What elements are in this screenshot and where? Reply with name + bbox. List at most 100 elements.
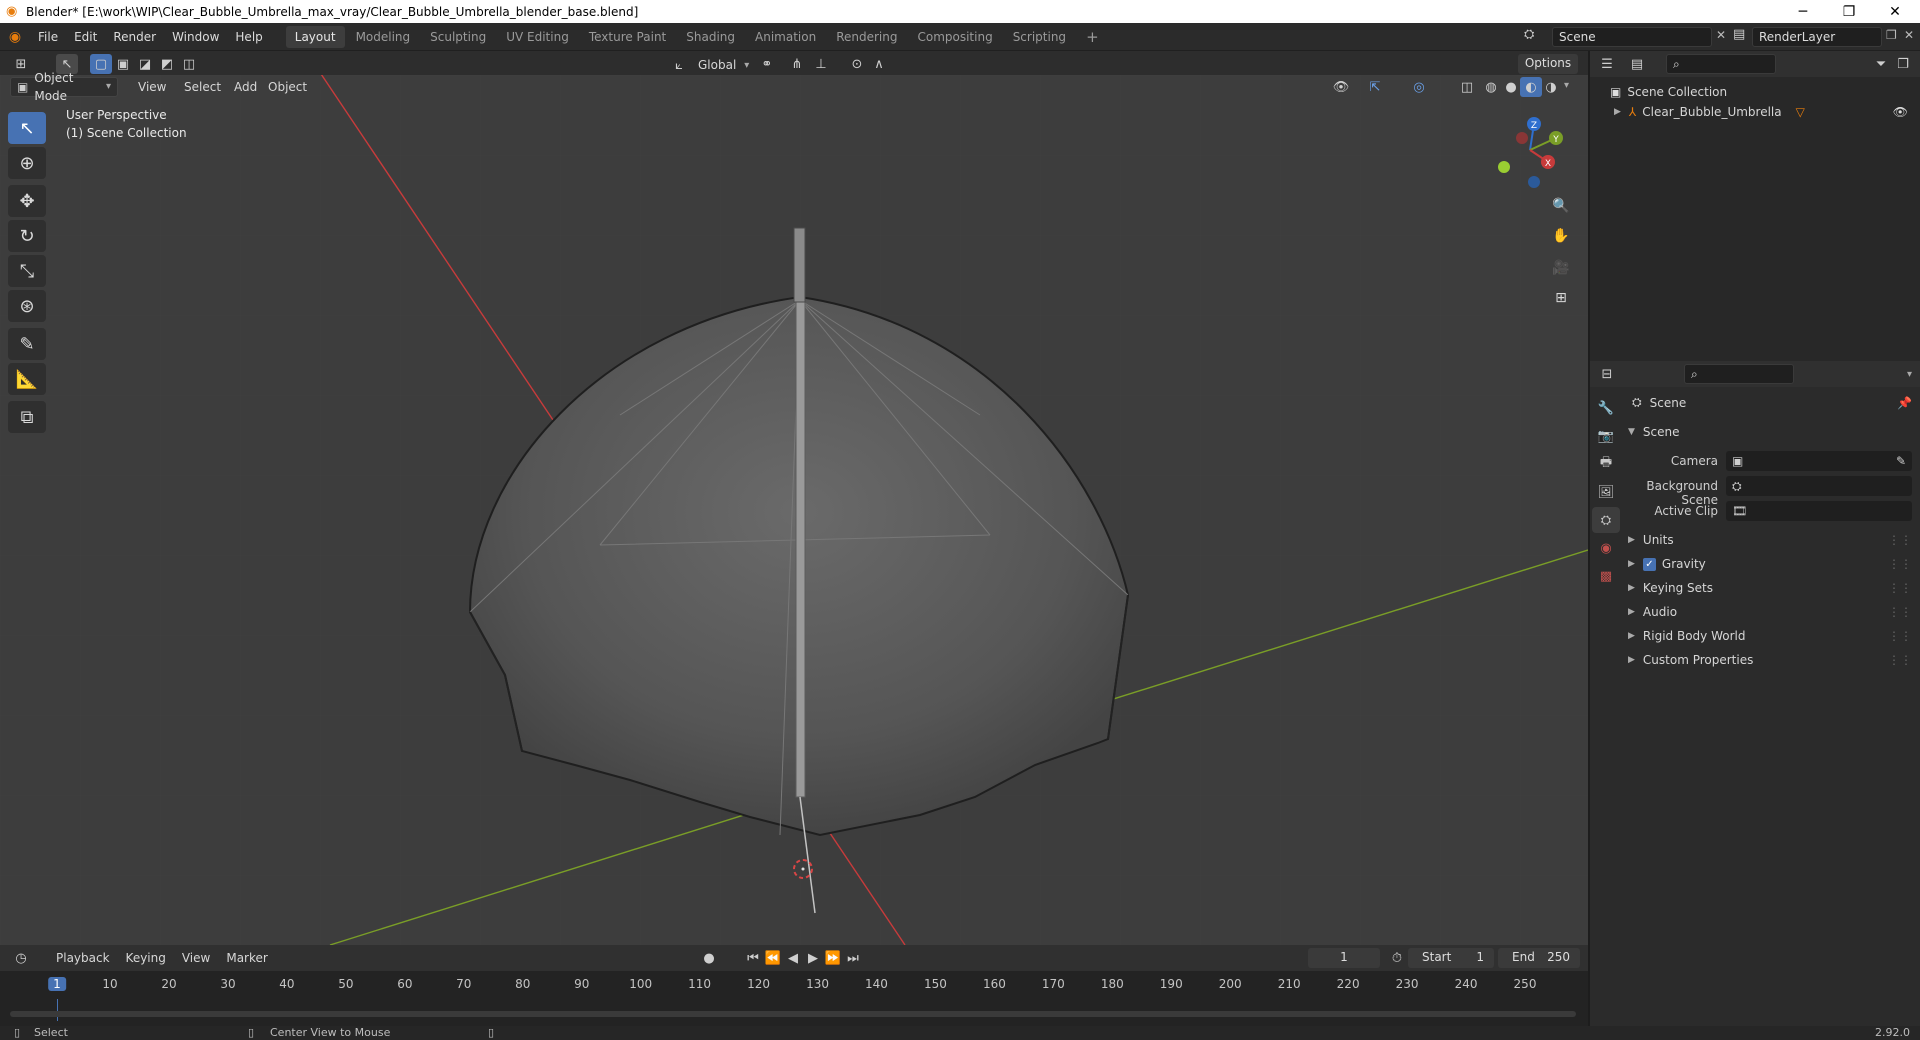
preview-range-clock-icon[interactable]: ⏱	[1386, 948, 1408, 968]
timeline-scrollbar[interactable]	[10, 1011, 1576, 1017]
editor-type-icon[interactable]: ⊞	[10, 54, 32, 74]
panel-keying-sets[interactable]: ▶ Keying Sets ⋮⋮	[1628, 581, 1912, 595]
measure-tool-icon[interactable]: 📐	[8, 363, 46, 395]
render-layer-icon[interactable]: ▤	[1733, 27, 1745, 42]
render-layer-field[interactable]: RenderLayer	[1752, 27, 1882, 47]
background-scene-field[interactable]: ⛭	[1726, 476, 1912, 496]
visibility-eye-icon[interactable]: 👁	[1330, 77, 1352, 97]
viewport-menu-view[interactable]: View	[130, 76, 174, 98]
wireframe-shading-icon[interactable]: ◍	[1480, 77, 1502, 97]
drag-handle-icon[interactable]: ⋮⋮	[1888, 533, 1912, 547]
overlay-toggle-icon[interactable]: ◎	[1408, 77, 1430, 97]
scene-name-field[interactable]: Scene	[1552, 27, 1712, 47]
pin-icon[interactable]: 📌	[1897, 396, 1912, 410]
scene-tab-icon[interactable]: ⛭	[1592, 507, 1620, 533]
timeline-menu-keying[interactable]: Keying	[118, 947, 174, 969]
timeline-menu-marker[interactable]: Marker	[218, 947, 275, 969]
new-collection-icon[interactable]: ❐	[1892, 54, 1914, 74]
play-reverse-icon[interactable]: ◀	[782, 948, 804, 968]
world-tab-icon[interactable]: ◉	[1592, 535, 1620, 561]
outliner-editor-icon[interactable]: ☰	[1596, 54, 1618, 74]
panel-gravity[interactable]: ▶ ✓ Gravity ⋮⋮	[1628, 557, 1912, 571]
blender-menu-icon[interactable]: ◉	[0, 29, 30, 45]
falloff-icon[interactable]: ∧	[868, 54, 890, 74]
snap-icon[interactable]: ⋔	[786, 54, 808, 74]
select-mode-extend-icon[interactable]: ▣	[112, 54, 134, 74]
viewport-menu-object[interactable]: Object	[260, 76, 315, 98]
options-button[interactable]: Options	[1518, 54, 1578, 74]
cursor-tool-icon[interactable]: ⊕	[8, 147, 46, 179]
drag-handle-icon[interactable]: ⋮⋮	[1888, 605, 1912, 619]
panel-rigid-body-world[interactable]: ▶ Rigid Body World ⋮⋮	[1628, 629, 1912, 643]
proportional-edit-icon[interactable]: ⊙	[846, 54, 868, 74]
add-workspace-button[interactable]: +	[1077, 26, 1108, 48]
workspace-tab-rendering[interactable]: Rendering	[827, 26, 906, 48]
menu-render[interactable]: Render	[105, 23, 164, 51]
move-tool-icon[interactable]: ✥	[8, 185, 46, 217]
end-frame-field[interactable]: End 250	[1498, 948, 1580, 968]
properties-editor-icon[interactable]: ⊟	[1596, 364, 1618, 384]
active-clip-field[interactable]: 🎞	[1726, 501, 1912, 521]
jump-end-icon[interactable]: ⏭	[842, 948, 864, 968]
menu-window[interactable]: Window	[164, 23, 227, 51]
scene-panel-header[interactable]: ▼ Scene	[1628, 425, 1680, 439]
camera-field[interactable]: ▣ ✎	[1726, 451, 1912, 471]
current-frame-field[interactable]: 1	[1308, 948, 1380, 968]
scene-selector-icon[interactable]: ⛭	[1524, 27, 1534, 42]
add-cube-tool-icon[interactable]: ⧉	[8, 401, 46, 433]
menu-help[interactable]: Help	[227, 23, 270, 51]
select-box-tool-icon[interactable]: ↖	[8, 112, 46, 144]
menu-edit[interactable]: Edit	[66, 23, 105, 51]
select-mode-subtract-icon[interactable]: ◪	[134, 54, 156, 74]
panel-units[interactable]: ▶ Units ⋮⋮	[1628, 533, 1912, 547]
umbrella-shaft[interactable]	[795, 300, 806, 798]
play-icon[interactable]: ▶	[802, 948, 824, 968]
rotate-tool-icon[interactable]: ↻	[8, 220, 46, 252]
workspace-tab-modeling[interactable]: Modeling	[347, 26, 420, 48]
panel-custom-properties[interactable]: ▶ Custom Properties ⋮⋮	[1628, 653, 1912, 667]
outliner-row-scene-collection[interactable]: ▣ Scene Collection	[1610, 85, 1727, 99]
gravity-checkbox[interactable]: ✓	[1642, 557, 1656, 571]
tool-tab-icon[interactable]: 🔧	[1592, 395, 1620, 421]
workspace-tab-animation[interactable]: Animation	[746, 26, 825, 48]
timeline-menu-view[interactable]: View	[174, 947, 218, 969]
drag-handle-icon[interactable]: ⋮⋮	[1888, 557, 1912, 571]
eyedropper-icon[interactable]: ✎	[1896, 454, 1906, 468]
shading-options-chevron-icon[interactable]: ▾	[1564, 80, 1569, 91]
maximize-button[interactable]: ❐	[1826, 0, 1872, 23]
render-layer-new-icon[interactable]: ❐	[1886, 28, 1897, 42]
menu-file[interactable]: File	[30, 23, 66, 51]
perspective-toggle-icon[interactable]: ⊞	[1548, 285, 1574, 311]
auto-keying-record-icon[interactable]: ●	[698, 948, 720, 968]
workspace-tab-shading[interactable]: Shading	[677, 26, 744, 48]
scene-close-icon[interactable]: ✕	[1716, 28, 1726, 42]
start-frame-field[interactable]: Start 1	[1408, 948, 1494, 968]
workspace-tab-texture-paint[interactable]: Texture Paint	[580, 26, 675, 48]
jump-prev-keyframe-icon[interactable]: ⏪	[762, 948, 784, 968]
render-tab-icon[interactable]: 📷	[1592, 423, 1620, 449]
visibility-eye-icon[interactable]: 👁	[1893, 105, 1908, 119]
select-mode-invert-icon[interactable]: ◩	[156, 54, 178, 74]
3d-viewport[interactable]: User Perspective (1) Scene Collection Z …	[0, 75, 1588, 945]
drag-handle-icon[interactable]: ⋮⋮	[1888, 581, 1912, 595]
texture-tab-icon[interactable]: ▩	[1592, 563, 1620, 589]
workspace-tab-sculpting[interactable]: Sculpting	[421, 26, 495, 48]
material-shading-icon[interactable]: ◐	[1520, 77, 1542, 97]
workspace-tab-compositing[interactable]: Compositing	[908, 26, 1001, 48]
pivot-point-icon[interactable]: ⚭	[756, 54, 778, 74]
output-tab-icon[interactable]: 🖶	[1592, 451, 1620, 477]
snap-target-icon[interactable]: ⊥	[810, 54, 832, 74]
gizmo-neg-x-axis[interactable]	[1516, 132, 1528, 144]
gizmo-neg-y-axis[interactable]	[1498, 161, 1510, 173]
gizmo-neg-z-axis[interactable]	[1528, 176, 1540, 188]
pan-hand-icon[interactable]: ✋	[1548, 223, 1574, 249]
expand-arrow-icon[interactable]: ▶	[1614, 107, 1621, 117]
transform-tool-icon[interactable]: ⊛	[8, 290, 46, 322]
annotate-tool-icon[interactable]: ✎	[8, 328, 46, 360]
object-mode-dropdown[interactable]: ▣ Object Mode ▾	[10, 71, 118, 103]
gizmo-toggle-icon[interactable]: ⇱	[1364, 77, 1386, 97]
jump-start-icon[interactable]: ⏮	[742, 948, 764, 968]
timeline-ruler[interactable]: 1 10 20 30 40 50 60 70 80 90 100 110 120 130 140 150 160…	[0, 971, 1588, 995]
select-mode-intersect-icon[interactable]: ◫	[178, 54, 200, 74]
panel-audio[interactable]: ▶ Audio ⋮⋮	[1628, 605, 1912, 619]
